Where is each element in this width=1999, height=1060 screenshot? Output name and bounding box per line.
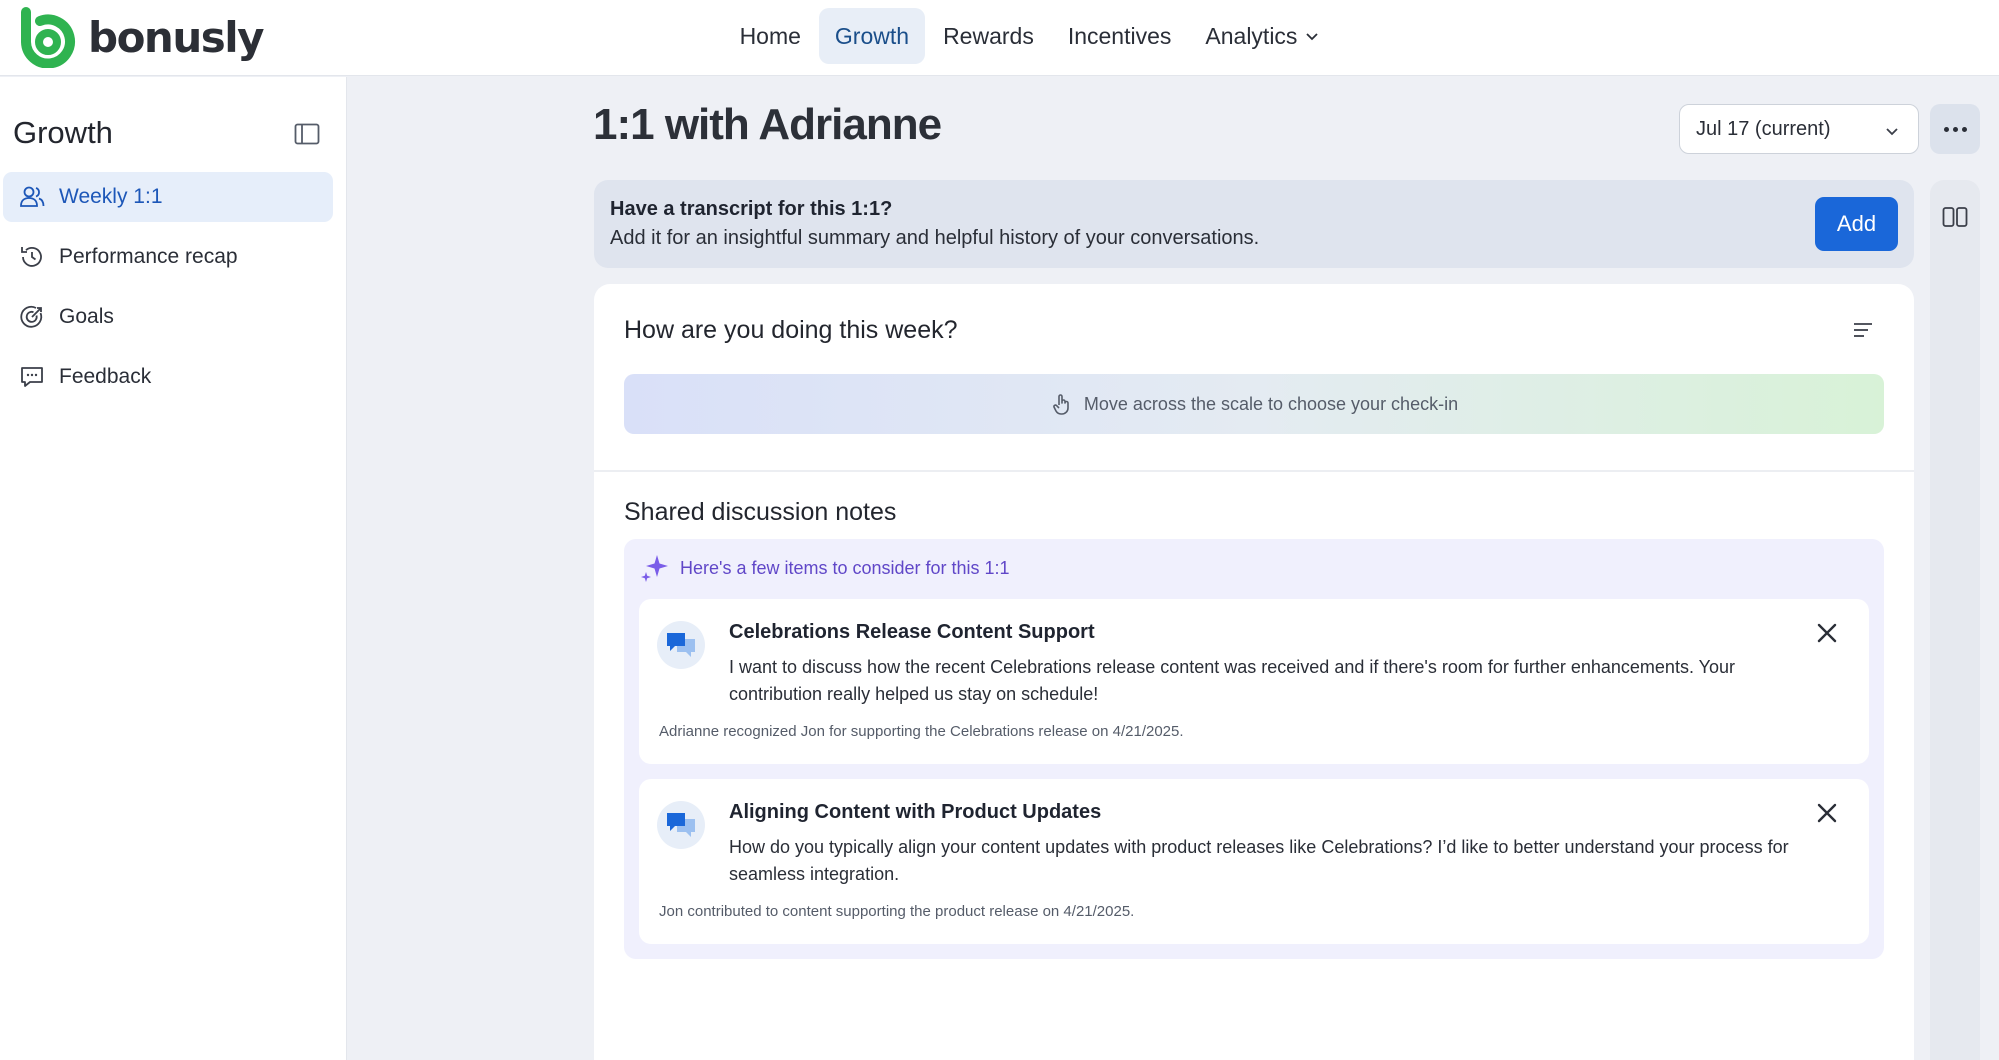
- suggestion-footnote: Jon contributed to content supporting th…: [659, 903, 1135, 920]
- checkin-title: How are you doing this week?: [624, 316, 958, 344]
- nav-rewards-label: Rewards: [943, 22, 1034, 49]
- dot-icon: [1952, 126, 1958, 132]
- chat-icon: [21, 367, 43, 387]
- checkin-scale[interactable]: Move across the scale to choose your che…: [624, 374, 1884, 434]
- nav-incentives[interactable]: Incentives: [1052, 8, 1188, 64]
- suggestions-heading: Here's a few items to consider for this …: [640, 553, 1010, 583]
- date-select-value: Jul 17 (current): [1696, 117, 1831, 140]
- suggestions-heading-text: Here's a few items to consider for this …: [680, 557, 1010, 578]
- panel-toggle-icon[interactable]: [1942, 206, 1968, 228]
- date-select[interactable]: Jul 17 (current): [1679, 104, 1919, 154]
- sidebar-item-label: Goals: [59, 305, 114, 328]
- main-nav: Home Growth Rewards Incentives Analytics: [0, 8, 1999, 64]
- one-on-one-card: How are you doing this week? Move across…: [594, 284, 1914, 1060]
- nav-growth[interactable]: Growth: [818, 8, 926, 64]
- suggestions-panel: Here's a few items to consider for this …: [624, 539, 1884, 959]
- users-icon: [20, 186, 45, 207]
- checkin-scale-hint: Move across the scale to choose your che…: [1083, 393, 1459, 414]
- suggestion-title: Aligning Content with Product Updates: [729, 801, 1102, 823]
- suggestion-body: I want to discuss how the recent Celebra…: [729, 657, 1735, 704]
- nav-rewards[interactable]: Rewards: [927, 8, 1050, 64]
- sidebar-item-feedback[interactable]: Feedback: [3, 352, 333, 402]
- dot-icon: [1943, 126, 1949, 132]
- more-options-button[interactable]: [1930, 104, 1980, 154]
- sidebar-collapse-icon[interactable]: [294, 123, 320, 145]
- nav-home-label: Home: [739, 22, 801, 49]
- sidebar-item-performance[interactable]: Performance recap: [3, 232, 333, 282]
- sidebar-item-label: Feedback: [59, 365, 152, 388]
- suggestion-card[interactable]: Aligning Content with Product Updates Ho…: [639, 779, 1869, 944]
- nav-growth-label: Growth: [834, 22, 910, 49]
- nav-analytics[interactable]: Analytics: [1189, 8, 1335, 64]
- dot-icon: [1961, 126, 1967, 132]
- sort-lines-icon[interactable]: [1852, 319, 1874, 341]
- add-transcript-button[interactable]: Add: [1815, 197, 1898, 251]
- nav-incentives-label: Incentives: [1067, 22, 1172, 49]
- chevron-down-icon: [1306, 33, 1319, 41]
- close-icon[interactable]: [1815, 801, 1839, 825]
- top-navbar: bonusly Home Growth Rewards Incentives A…: [0, 0, 1999, 76]
- sidebar-item-label: Weekly 1:1: [59, 185, 163, 208]
- transcript-banner: Have a transcript for this 1:1? Add it f…: [594, 180, 1914, 268]
- suggestion-body: How do you typically align your content …: [729, 837, 1789, 884]
- section-divider: [594, 470, 1914, 472]
- suggestion-title: Celebrations Release Content Support: [729, 621, 1095, 643]
- close-icon[interactable]: [1815, 621, 1839, 645]
- sidebar-menu: Weekly 1:1 Performance recap Goals Feedb…: [3, 172, 333, 412]
- hand-pointer-icon: [1053, 394, 1069, 415]
- chat-bubbles-glyph: [667, 633, 695, 657]
- transcript-title: Have a transcript for this 1:1?: [610, 198, 893, 220]
- chat-bubbles-glyph: [667, 813, 695, 837]
- nav-analytics-label: Analytics: [1205, 22, 1298, 49]
- chat-bubbles-icon: [657, 801, 705, 849]
- chat-bubbles-icon: [657, 621, 705, 669]
- page-title: 1:1 with Adrianne: [593, 100, 942, 149]
- sidebar-item-weekly[interactable]: Weekly 1:1: [3, 172, 333, 222]
- suggestion-footnote: Adrianne recognized Jon for supporting t…: [659, 723, 1184, 740]
- chevron-down-icon: [1886, 128, 1898, 136]
- sidebar-item-goals[interactable]: Goals: [3, 292, 333, 342]
- nav-home[interactable]: Home: [724, 8, 817, 64]
- suggestion-card[interactable]: Celebrations Release Content Support I w…: [639, 599, 1869, 764]
- transcript-subtitle: Add it for an insightful summary and hel…: [610, 227, 1260, 249]
- sparkle-icon: [641, 555, 668, 582]
- right-panel-rail: [1930, 180, 1980, 1060]
- sidebar-item-label: Performance recap: [59, 245, 238, 268]
- sidebar-title: Growth: [13, 115, 113, 150]
- target-icon: [20, 305, 43, 328]
- sidebar: Growth Weekly 1:1 Performance recap Goal…: [0, 77, 347, 1060]
- history-icon: [21, 247, 42, 267]
- notes-title: Shared discussion notes: [624, 498, 897, 526]
